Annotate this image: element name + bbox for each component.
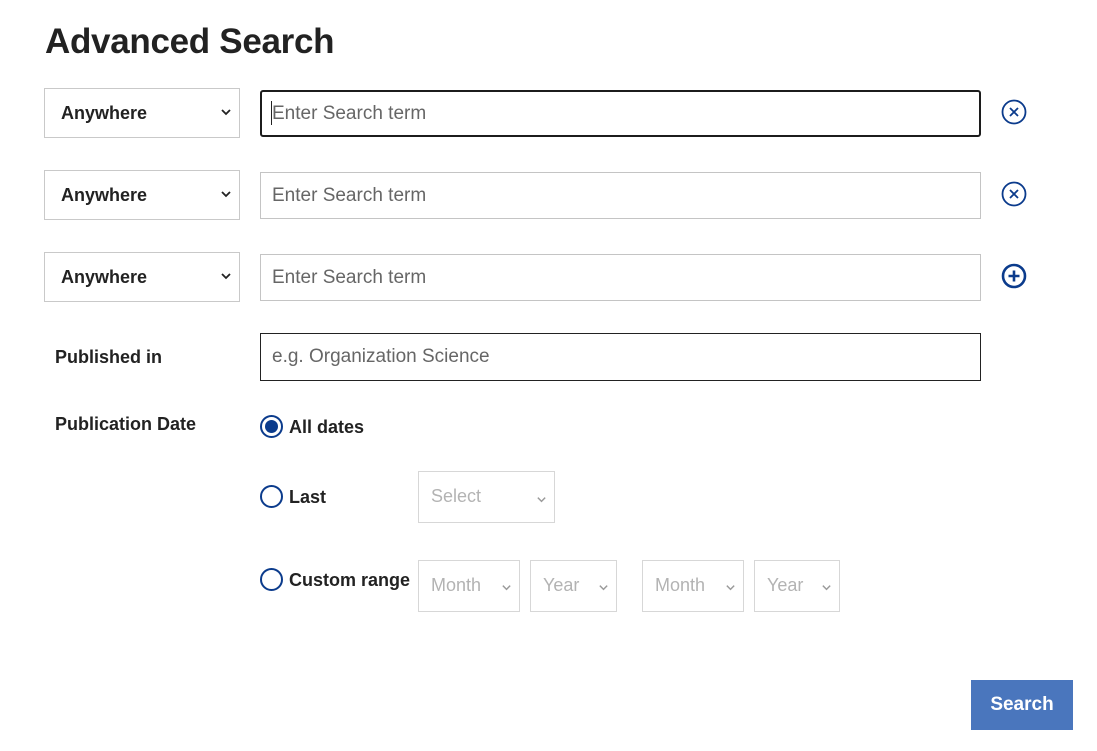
- field-select-1[interactable]: Anywhere: [44, 88, 240, 138]
- radio-last[interactable]: [260, 485, 283, 508]
- page-title: Advanced Search: [45, 22, 335, 61]
- chevron-down-icon: [221, 109, 231, 116]
- chevron-down-icon: [726, 585, 735, 591]
- last-period-value: Select: [431, 486, 482, 506]
- field-select-value: Anywhere: [61, 103, 148, 123]
- field-select-value: Anywhere: [61, 267, 148, 287]
- radio-custom-range-label[interactable]: Custom range: [289, 570, 410, 591]
- field-select-3[interactable]: Anywhere: [44, 252, 240, 302]
- chevron-down-icon: [502, 585, 511, 591]
- field-select-2[interactable]: Anywhere: [44, 170, 240, 220]
- chevron-down-icon: [537, 497, 546, 503]
- last-period-select[interactable]: Select: [418, 471, 555, 523]
- remove-circle-icon[interactable]: [1001, 181, 1027, 207]
- radio-custom-range[interactable]: [260, 568, 283, 591]
- published-in-label: Published in: [55, 347, 163, 367]
- publication-date-label: Publication Date: [55, 414, 197, 434]
- from-year-select[interactable]: Year: [530, 560, 617, 612]
- to-month-value: Month: [655, 575, 706, 595]
- to-year-value: Year: [767, 575, 804, 595]
- text-caret: [271, 101, 272, 125]
- from-month-value: Month: [431, 575, 482, 595]
- chevron-down-icon: [599, 585, 608, 591]
- radio-all-dates[interactable]: [260, 415, 283, 438]
- search-button[interactable]: Search: [971, 680, 1073, 730]
- search-term-input-1[interactable]: [260, 90, 981, 137]
- chevron-down-icon: [221, 273, 231, 280]
- to-month-select[interactable]: Month: [642, 560, 744, 612]
- remove-circle-icon[interactable]: [1001, 99, 1027, 125]
- from-year-value: Year: [543, 575, 580, 595]
- to-year-select[interactable]: Year: [754, 560, 840, 612]
- search-term-input-2[interactable]: [260, 172, 981, 219]
- published-in-input[interactable]: [260, 333, 981, 381]
- add-circle-icon[interactable]: [1001, 263, 1027, 289]
- field-select-value: Anywhere: [61, 185, 148, 205]
- radio-last-label[interactable]: Last: [289, 487, 326, 508]
- search-term-input-3[interactable]: [260, 254, 981, 301]
- from-month-select[interactable]: Month: [418, 560, 520, 612]
- radio-all-dates-label[interactable]: All dates: [289, 417, 364, 438]
- chevron-down-icon: [221, 191, 231, 198]
- chevron-down-icon: [822, 585, 831, 591]
